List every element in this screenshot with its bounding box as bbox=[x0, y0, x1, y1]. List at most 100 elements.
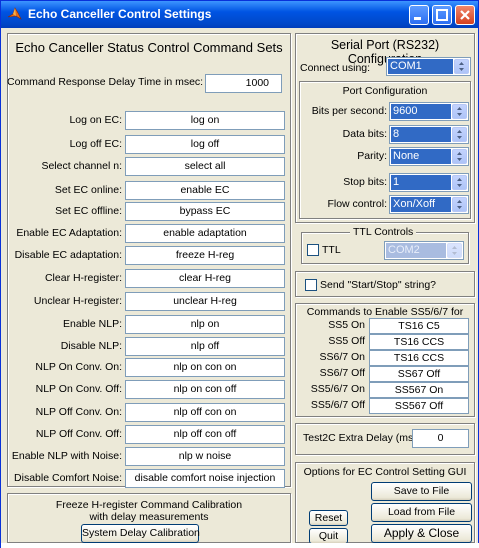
calibration-title-line2: with delay measurements bbox=[89, 511, 209, 523]
command-label: Disable EC adaptation: bbox=[14, 249, 122, 261]
command-input[interactable]: nlp on con off bbox=[125, 380, 285, 399]
ttl-controls-title: TTL Controls bbox=[350, 226, 417, 238]
spin-arrows-icon bbox=[452, 104, 467, 119]
command-input[interactable]: unclear H-reg bbox=[125, 292, 285, 311]
port-config-label: Parity: bbox=[357, 150, 387, 162]
port-config-value: None bbox=[391, 149, 451, 164]
ss-command-label: SS5 On bbox=[328, 319, 365, 331]
port-config-select[interactable]: None bbox=[389, 147, 469, 166]
ss-command-input[interactable]: SS67 Off bbox=[369, 366, 469, 382]
options-title: Options for EC Control Setting GUI bbox=[303, 466, 467, 478]
quit-button[interactable]: Quit bbox=[309, 528, 348, 544]
command-label: Log on EC: bbox=[69, 114, 122, 126]
system-delay-calibration-button[interactable]: System Delay Calibration bbox=[81, 524, 200, 543]
command-label: Enable NLP: bbox=[63, 318, 122, 330]
command-label: NLP On Conv. On: bbox=[35, 361, 122, 373]
ttl-port-value: COM2 bbox=[386, 243, 446, 258]
port-configuration-title: Port Configuration bbox=[342, 85, 428, 97]
spin-arrows-icon bbox=[452, 197, 467, 212]
command-input[interactable]: nlp off con off bbox=[125, 425, 285, 444]
command-input[interactable]: freeze H-reg bbox=[125, 246, 285, 265]
command-input[interactable]: nlp on bbox=[125, 315, 285, 334]
window-title: Echo Canceller Control Settings bbox=[28, 7, 212, 21]
ss-command-input[interactable]: SS567 On bbox=[369, 382, 469, 398]
ss-command-label: SS5/6/7 Off bbox=[310, 399, 365, 411]
port-config-select[interactable]: 8 bbox=[389, 125, 469, 144]
close-button[interactable] bbox=[455, 5, 475, 25]
port-config-label: Data bits: bbox=[342, 128, 387, 140]
connect-using-value: COM1 bbox=[388, 59, 453, 74]
test2c-input[interactable]: 0 bbox=[412, 429, 469, 448]
command-label: Disable Comfort Noise: bbox=[14, 472, 122, 484]
send-startstop-label: Send "Start/Stop" string? bbox=[320, 279, 437, 291]
command-input[interactable]: clear H-reg bbox=[125, 269, 285, 288]
minimize-button[interactable] bbox=[409, 5, 429, 25]
command-label: Select channel n: bbox=[41, 160, 122, 172]
connect-using-select[interactable]: COM1 bbox=[386, 57, 471, 76]
command-label: Log off EC: bbox=[69, 138, 122, 150]
maximize-button[interactable] bbox=[432, 5, 452, 25]
spin-arrows-icon bbox=[452, 175, 467, 190]
port-config-label: Stop bits: bbox=[343, 176, 387, 188]
port-config-value: 1 bbox=[391, 175, 451, 190]
load-from-file-button[interactable]: Load from File bbox=[371, 503, 472, 522]
save-to-file-button[interactable]: Save to File bbox=[371, 482, 472, 501]
ttl-label: TTL bbox=[322, 244, 341, 256]
port-config-select[interactable]: 9600 bbox=[389, 102, 469, 121]
command-sets-title: Echo Canceller Status Control Command Se… bbox=[15, 40, 283, 55]
spin-arrows-icon bbox=[447, 243, 462, 258]
spin-arrows-icon bbox=[452, 127, 467, 142]
port-config-value: 8 bbox=[391, 127, 451, 142]
command-input[interactable]: bypass EC bbox=[125, 202, 285, 221]
delay-label: Command Response Delay Time in msec: bbox=[7, 76, 204, 88]
command-label: Set EC online: bbox=[54, 184, 122, 196]
maximize-icon bbox=[436, 9, 448, 21]
port-config-select[interactable]: 1 bbox=[389, 173, 469, 192]
title-bar: Echo Canceller Control Settings bbox=[1, 1, 478, 28]
ss-command-input[interactable]: TS16 CCS bbox=[369, 350, 469, 366]
calibration-title-line1: Freeze H-register Command Calibration bbox=[55, 499, 243, 511]
ss-command-label: SS5/6/7 On bbox=[310, 383, 365, 395]
reset-button[interactable]: Reset bbox=[309, 510, 348, 526]
command-input[interactable]: select all bbox=[125, 157, 285, 176]
matlab-icon bbox=[7, 7, 22, 20]
window-bottom-strip bbox=[1, 543, 479, 548]
port-config-select[interactable]: Xon/Xoff bbox=[389, 195, 469, 214]
ttl-port-select[interactable]: COM2 bbox=[384, 241, 464, 260]
ss-command-input[interactable]: TS16 CCS bbox=[369, 334, 469, 350]
command-label: Clear H-register: bbox=[44, 272, 122, 284]
port-config-label: Flow control: bbox=[327, 198, 387, 210]
ttl-checkbox[interactable] bbox=[307, 244, 319, 256]
spin-arrows-icon bbox=[454, 59, 469, 74]
command-label: NLP Off Conv. Off: bbox=[35, 428, 122, 440]
port-config-value: 9600 bbox=[391, 104, 451, 119]
port-config-label: Bits per second: bbox=[311, 105, 387, 117]
settings-window: Echo Canceller Control Settings Echo Can… bbox=[0, 0, 479, 548]
delay-input[interactable]: 1000 bbox=[205, 74, 282, 93]
ss-command-input[interactable]: TS16 C5 bbox=[369, 318, 469, 334]
command-input[interactable]: enable EC bbox=[125, 181, 285, 200]
command-label: NLP On Conv. Off: bbox=[35, 383, 122, 395]
command-input[interactable]: nlp off bbox=[125, 337, 285, 356]
command-label: Enable NLP with Noise: bbox=[11, 450, 122, 462]
minimize-icon bbox=[414, 17, 421, 20]
close-icon bbox=[460, 10, 470, 20]
test2c-label: Test2C Extra Delay (ms): bbox=[303, 432, 420, 444]
ss-command-label: SS6/7 Off bbox=[319, 367, 365, 379]
command-label: Enable EC Adaptation: bbox=[16, 227, 122, 239]
command-input[interactable]: nlp off con on bbox=[125, 403, 285, 422]
command-input[interactable]: enable adaptation bbox=[125, 224, 285, 243]
command-label: NLP Off Conv. On: bbox=[35, 406, 122, 418]
ss-command-input[interactable]: SS567 Off bbox=[369, 398, 469, 414]
command-input[interactable]: log on bbox=[125, 111, 285, 130]
command-input[interactable]: log off bbox=[125, 135, 285, 154]
ss-command-label: SS5 Off bbox=[328, 335, 365, 347]
apply-close-button[interactable]: Apply & Close bbox=[371, 524, 472, 543]
command-input[interactable]: nlp on con on bbox=[125, 358, 285, 377]
command-label: Unclear H-register: bbox=[33, 295, 122, 307]
command-input[interactable]: disable comfort noise injection bbox=[125, 469, 285, 488]
command-input[interactable]: nlp w noise bbox=[125, 447, 285, 466]
send-startstop-checkbox[interactable] bbox=[305, 279, 317, 291]
command-label: Set EC offline: bbox=[55, 205, 122, 217]
spin-arrows-icon bbox=[452, 149, 467, 164]
